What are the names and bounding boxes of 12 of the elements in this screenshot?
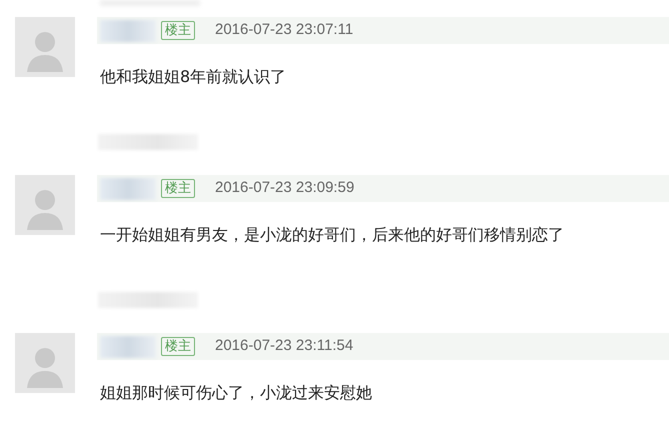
op-badge: 楼主 — [161, 179, 195, 198]
post-text: 姐姐那时候可伤心了，小泷过来安慰她 — [100, 382, 373, 404]
post-text: 他和我姐姐8年前就认识了 — [100, 66, 288, 88]
post-text: 一开始姐姐有男友，是小泷的好哥们，后来他的好哥们移情别恋了 — [100, 224, 565, 246]
op-badge: 楼主 — [161, 21, 195, 40]
blurred-username — [100, 178, 156, 200]
blurred-username — [100, 20, 156, 42]
blurred-username — [100, 336, 156, 358]
op-badge: 楼主 — [161, 337, 195, 356]
post-time: 2016-07-23 23:07:11 — [215, 20, 354, 40]
post-time: 2016-07-23 23:09:59 — [215, 178, 354, 198]
post-time: 2016-07-23 23:11:54 — [215, 336, 354, 356]
